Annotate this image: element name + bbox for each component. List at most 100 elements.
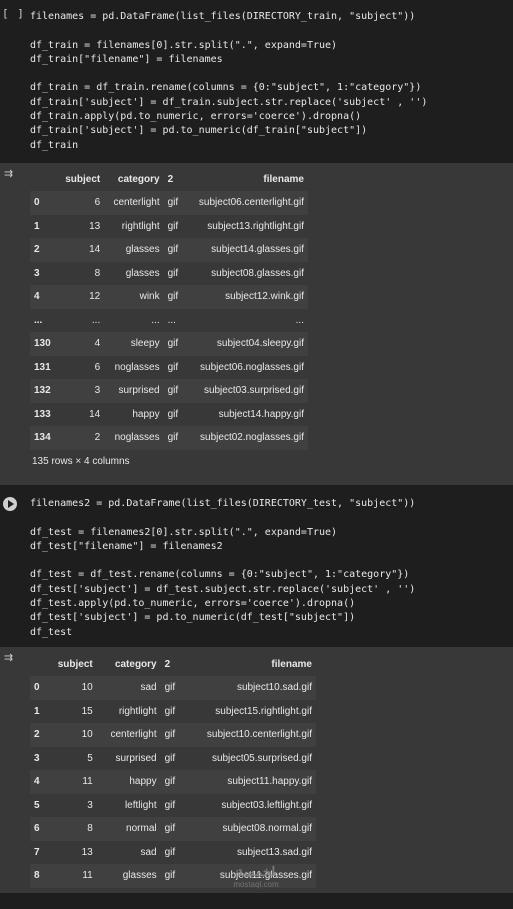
table-cell: gif [163, 214, 184, 238]
row-index: 132 [30, 379, 58, 403]
table-cell: surprised [104, 379, 164, 403]
table-cell: subject02.noglasses.gif [183, 426, 308, 450]
execution-count-badge[interactable]: [ ] [2, 7, 25, 20]
column-header: filename [183, 168, 308, 191]
row-index: 8 [30, 864, 46, 888]
code-line: df_train["filename"] = filenames [30, 53, 223, 65]
table-cell: sad [96, 676, 161, 700]
table-cell: sad [96, 840, 161, 864]
table-cell: gif [160, 746, 183, 770]
row-index: 4 [30, 770, 46, 794]
row-index: 0 [30, 191, 58, 215]
table-cell: gif [160, 723, 183, 747]
table-row: 133 14 happy gif subject14.happy.gif [30, 402, 308, 426]
row-index: 0 [30, 676, 46, 700]
column-header: category [96, 653, 161, 676]
table-cell: 12 [57, 285, 105, 309]
table-row: 134 2 noglasses gif subject02.noglasses.gif [30, 426, 308, 450]
row-index: 6 [30, 817, 46, 841]
table-cell: gif [160, 817, 183, 841]
table-row: 6 8 normal gif subject08.normal.gif [30, 817, 316, 841]
code-line: df_test['subject'] = pd.to_numeric(df_te… [30, 612, 356, 624]
output-toggle-icon[interactable]: ⇉ [4, 651, 18, 664]
table-header-row: subject category 2 filename [30, 653, 316, 676]
table-cell: gif [163, 191, 184, 215]
code-line: df_train = filenames[0].str.split(".", e… [30, 39, 338, 51]
dataframe-shape: 135 rows × 4 columns [32, 456, 130, 467]
table-cell: 8 [46, 817, 97, 841]
row-index: 4 [30, 285, 58, 309]
code-editor[interactable]: filenames2 = pd.DataFrame(list_files(DIR… [30, 497, 415, 640]
column-header: filename [182, 653, 316, 676]
column-header: subject [46, 653, 97, 676]
table-cell: centerlight [104, 191, 164, 215]
code-line: df_test = df_test.rename(columns = {0:"s… [30, 569, 410, 581]
table-cell: 14 [57, 238, 105, 262]
table-cell: happy [104, 402, 164, 426]
table-row: 132 3 surprised gif subject03.surprised.gif [30, 379, 308, 403]
table-row: 4 11 happy gif subject11.happy.gif [30, 770, 316, 794]
table-cell: subject04.sleepy.gif [183, 332, 308, 356]
table-cell: gif [163, 332, 184, 356]
table-cell: noglasses [104, 355, 164, 379]
output-toggle-icon[interactable]: ⇉ [4, 167, 18, 180]
table-cell: ... [183, 308, 308, 332]
table-cell: subject08.normal.gif [182, 817, 316, 841]
table-cell: subject12.wink.gif [183, 285, 308, 309]
table-cell: subject11.happy.gif [182, 770, 316, 794]
play-icon[interactable] [3, 497, 17, 511]
table-cell: subject15.rightlight.gif [182, 699, 316, 723]
table-cell: wink [104, 285, 164, 309]
row-index: 3 [30, 261, 58, 285]
table-cell: leftlight [96, 793, 161, 817]
table-cell: gif [163, 238, 184, 262]
table-cell: 11 [46, 770, 97, 794]
table-cell: normal [96, 817, 161, 841]
table-cell: glasses [104, 261, 164, 285]
table-cell: 3 [46, 793, 97, 817]
table-cell: 2 [57, 426, 105, 450]
table-cell: gif [163, 379, 184, 403]
table-cell: subject05.surprised.gif [182, 746, 316, 770]
column-header [30, 168, 58, 191]
table-cell: ... [163, 308, 184, 332]
table-cell: gif [163, 426, 184, 450]
table-row: 3 5 surprised gif subject05.surprised.gif [30, 746, 316, 770]
table-cell: gif [163, 355, 184, 379]
row-index: 1 [30, 699, 46, 723]
code-editor[interactable]: filenames = pd.DataFrame(list_files(DIRE… [30, 10, 427, 153]
column-header: 2 [163, 168, 184, 191]
code-line: filenames2 = pd.DataFrame(list_files(DIR… [30, 498, 416, 509]
table-cell: 5 [46, 746, 97, 770]
code-line: filenames = pd.DataFrame(list_files(DIRE… [30, 11, 416, 22]
row-index: 133 [30, 402, 58, 426]
row-index: 131 [30, 355, 58, 379]
column-header: category [104, 168, 164, 191]
table-cell: ... [57, 308, 105, 332]
code-line: df_train [30, 139, 79, 151]
table-cell: gif [160, 864, 183, 888]
table-row: 131 6 noglasses gif subject06.noglasses.gif [30, 355, 308, 379]
code-line: df_train['subject'] = df_train.subject.s… [30, 96, 428, 108]
table-cell: subject13.rightlight.gif [183, 214, 308, 238]
row-index: 2 [30, 238, 58, 262]
table-cell: gif [160, 676, 183, 700]
table-cell: subject14.happy.gif [183, 402, 308, 426]
table-row: 2 10 centerlight gif subject10.centerlight.g… [30, 723, 316, 747]
code-cell-2[interactable]: filenames2 = pd.DataFrame(list_files(DIR… [0, 485, 513, 647]
row-index: 134 [30, 426, 58, 450]
table-cell: 15 [46, 699, 97, 723]
row-index: 5 [30, 793, 46, 817]
watermark: لخمسة mostaql.com [233, 864, 279, 889]
table-cell: gif [163, 285, 184, 309]
code-line: df_test = filenames2[0].str.split(".", e… [30, 526, 338, 538]
bottom-bar [0, 893, 513, 909]
column-header: subject [57, 168, 105, 191]
table-row: 1 13 rightlight gif subject13.rightlight.gif [30, 214, 308, 238]
code-cell-1[interactable]: [ ] filenames = pd.DataFrame(list_files(… [0, 0, 513, 163]
table-cell: glasses [104, 238, 164, 262]
table-cell: subject08.glasses.gif [183, 261, 308, 285]
